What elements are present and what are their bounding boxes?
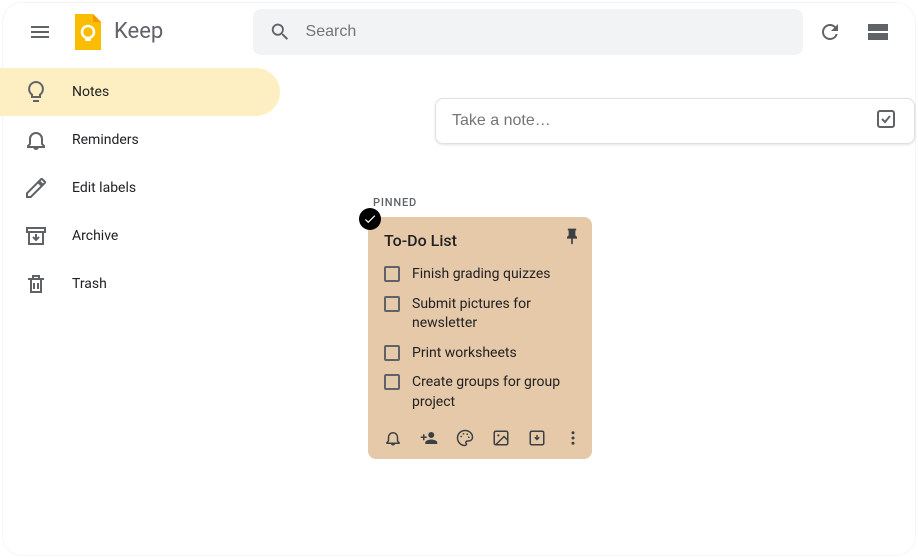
take-note[interactable]	[435, 98, 915, 144]
item-label: Finish grading quizzes	[412, 265, 551, 285]
note-title: To-Do List	[384, 231, 457, 250]
pencil-icon	[12, 164, 60, 212]
sidebar-item-edit-labels[interactable]: Edit labels	[0, 164, 280, 212]
person-add-icon	[420, 429, 438, 447]
keep-logo-icon	[68, 12, 108, 52]
check-icon	[363, 212, 377, 226]
sidebar-item-archive[interactable]: Archive	[0, 212, 280, 260]
nav-label: Reminders	[72, 132, 139, 148]
remind-me-button[interactable]	[384, 429, 402, 447]
palette-icon	[456, 429, 474, 447]
sidebar: Notes Reminders Edit labels Archive Tras…	[0, 68, 280, 308]
checkbox[interactable]	[384, 296, 400, 312]
note-toolbar	[384, 425, 576, 451]
lightbulb-icon	[12, 68, 60, 116]
more-button[interactable]	[564, 429, 582, 447]
list-view-button[interactable]	[854, 8, 902, 56]
nav-label: Archive	[72, 228, 118, 244]
select-note-button[interactable]	[359, 208, 381, 230]
checklist: Finish grading quizzes Submit pictures f…	[384, 265, 576, 413]
nav-label: Notes	[72, 84, 109, 100]
search-icon	[269, 20, 291, 44]
pinned-section-label: PINNED	[373, 196, 918, 209]
nav-label: Trash	[72, 276, 107, 292]
take-note-input[interactable]	[452, 112, 874, 130]
checkbox[interactable]	[384, 266, 400, 282]
app-logo[interactable]: Keep	[68, 12, 163, 52]
archive-icon	[12, 212, 60, 260]
archive-button[interactable]	[528, 429, 546, 447]
item-label: Submit pictures for newsletter	[412, 295, 576, 334]
sidebar-item-trash[interactable]: Trash	[0, 260, 280, 308]
header: Keep	[0, 0, 918, 64]
new-list-button[interactable]	[874, 107, 898, 135]
list-item[interactable]: Submit pictures for newsletter	[384, 295, 576, 334]
refresh-button[interactable]	[806, 8, 854, 56]
main: PINNED To-Do List Finish grading quizzes…	[280, 68, 918, 459]
pin-button[interactable]	[562, 227, 582, 251]
app-name: Keep	[114, 19, 163, 44]
add-image-button[interactable]	[492, 429, 510, 447]
item-label: Print worksheets	[412, 344, 517, 364]
archive-icon	[528, 429, 546, 447]
item-label: Create groups for group project	[412, 373, 576, 412]
bell-icon	[384, 429, 402, 447]
nav-label: Edit labels	[72, 180, 136, 196]
pin-icon	[562, 227, 582, 247]
more-vert-icon	[564, 429, 582, 447]
menu-button[interactable]	[16, 8, 64, 56]
list-view-icon	[866, 20, 890, 44]
sidebar-item-notes[interactable]: Notes	[0, 68, 280, 116]
refresh-icon	[818, 20, 842, 44]
collaborator-button[interactable]	[420, 429, 438, 447]
list-item[interactable]: Print worksheets	[384, 344, 576, 364]
list-item[interactable]: Finish grading quizzes	[384, 265, 576, 285]
image-icon	[492, 429, 510, 447]
trash-icon	[12, 260, 60, 308]
checkbox-icon	[874, 107, 898, 131]
checkbox[interactable]	[384, 345, 400, 361]
search-input[interactable]	[306, 23, 788, 41]
hamburger-icon	[28, 20, 52, 44]
note-card[interactable]: To-Do List Finish grading quizzes Submit…	[368, 217, 592, 459]
sidebar-item-reminders[interactable]: Reminders	[0, 116, 280, 164]
list-item[interactable]: Create groups for group project	[384, 373, 576, 412]
checkbox[interactable]	[384, 374, 400, 390]
bell-icon	[12, 116, 60, 164]
search-bar[interactable]	[253, 9, 803, 55]
color-button[interactable]	[456, 429, 474, 447]
